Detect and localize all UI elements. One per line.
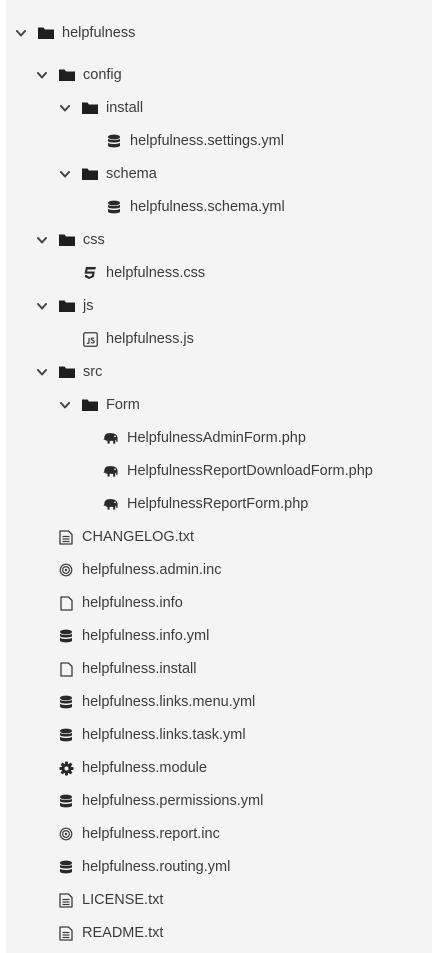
tree-item-label: helpfulness.links.task.yml xyxy=(82,727,246,743)
tree-item-css[interactable]: css xyxy=(6,225,439,255)
tree-item-report-inc[interactable]: helpfulness.report.inc xyxy=(6,819,439,849)
tree-item-label: Form xyxy=(106,397,140,413)
tree-item-config[interactable]: config xyxy=(6,60,439,90)
tree-item-permissions[interactable]: helpfulness.permissions.yml xyxy=(6,786,439,816)
folder-icon xyxy=(82,166,98,182)
file-tree-panel: helpfulness config install helpfulness.s… xyxy=(6,0,432,953)
tree-item-label: helpfulness.admin.inc xyxy=(82,562,222,578)
tree-item-label: LICENSE.txt xyxy=(82,892,164,908)
chevron-down-icon[interactable] xyxy=(58,398,72,412)
database-icon xyxy=(106,199,122,215)
css3-icon xyxy=(82,265,98,281)
tree-item-label: helpfulness.install xyxy=(82,661,197,677)
chevron-down-icon[interactable] xyxy=(35,299,49,313)
chevron-down-icon[interactable] xyxy=(35,365,49,379)
database-icon xyxy=(106,133,122,149)
chevron-down-icon[interactable] xyxy=(35,233,49,247)
folder-icon xyxy=(59,67,75,83)
tree-item-label: helpfulness.info xyxy=(82,595,183,611)
php-elephant-icon xyxy=(103,463,119,479)
chevron-down-icon[interactable] xyxy=(35,68,49,82)
blank-file-icon xyxy=(58,661,74,677)
tree-item-report-download-form[interactable]: HelpfulnessReportDownloadForm.php xyxy=(6,456,439,486)
blank-file-icon xyxy=(58,595,74,611)
tree-item-settings-yml[interactable]: helpfulness.settings.yml xyxy=(6,126,439,156)
tree-item-label: HelpfulnessReportForm.php xyxy=(127,496,309,512)
tree-item-links-task[interactable]: helpfulness.links.task.yml xyxy=(6,720,439,750)
tree-item-changelog[interactable]: CHANGELOG.txt xyxy=(6,522,439,552)
text-file-icon xyxy=(58,892,74,908)
tree-item-root[interactable]: helpfulness xyxy=(6,18,439,48)
folder-icon xyxy=(38,25,54,41)
tree-item-readme[interactable]: README.txt xyxy=(6,918,439,948)
tree-item-label: README.txt xyxy=(82,925,164,941)
tree-item-admin-inc[interactable]: helpfulness.admin.inc xyxy=(6,555,439,585)
database-icon xyxy=(58,628,74,644)
tree-item-label: helpfulness.report.inc xyxy=(82,826,220,842)
tree-item-info[interactable]: helpfulness.info xyxy=(6,588,439,618)
tree-item-label: helpfulness.settings.yml xyxy=(130,133,284,149)
chevron-down-icon[interactable] xyxy=(14,26,28,40)
tree-item-admin-form[interactable]: HelpfulnessAdminForm.php xyxy=(6,423,439,453)
tree-item-label: config xyxy=(83,67,122,83)
text-file-icon xyxy=(58,529,74,545)
tree-item-label: js xyxy=(83,298,94,314)
tree-item-label: src xyxy=(83,364,103,380)
tree-item-label: HelpfulnessAdminForm.php xyxy=(127,430,306,446)
tree-item-label: helpfulness.css xyxy=(106,265,206,281)
tree-item-install-file[interactable]: helpfulness.install xyxy=(6,654,439,684)
js-icon xyxy=(82,331,98,347)
tree-item-module[interactable]: helpfulness.module xyxy=(6,753,439,783)
tree-item-install[interactable]: install xyxy=(6,93,439,123)
tree-item-links-menu[interactable]: helpfulness.links.menu.yml xyxy=(6,687,439,717)
gear-icon xyxy=(58,760,74,776)
tree-item-label: helpfulness.module xyxy=(82,760,207,776)
tree-item-info-yml[interactable]: helpfulness.info.yml xyxy=(6,621,439,651)
database-icon xyxy=(58,727,74,743)
folder-icon xyxy=(82,100,98,116)
folder-icon xyxy=(59,364,75,380)
tree-item-label: helpfulness.schema.yml xyxy=(130,199,285,215)
tree-item-label: CHANGELOG.txt xyxy=(82,529,194,545)
tree-item-src[interactable]: src xyxy=(6,357,439,387)
tree-item-label: helpfulness.info.yml xyxy=(82,628,210,644)
tree-item-label: helpfulness.js xyxy=(106,331,194,347)
tree-item-js-file[interactable]: helpfulness.js xyxy=(6,324,439,354)
chevron-down-icon[interactable] xyxy=(58,101,72,115)
tree-item-label: helpfulness.permissions.yml xyxy=(82,793,264,809)
tree-item-schema-yml[interactable]: helpfulness.schema.yml xyxy=(6,192,439,222)
tree-item-schema[interactable]: schema xyxy=(6,159,439,189)
tree-item-label: css xyxy=(83,232,105,248)
folder-icon xyxy=(59,298,75,314)
php-elephant-icon xyxy=(103,496,119,512)
tree-item-routing[interactable]: helpfulness.routing.yml xyxy=(6,852,439,882)
tree-item-form[interactable]: Form xyxy=(6,390,439,420)
chevron-down-icon[interactable] xyxy=(58,167,72,181)
database-icon xyxy=(58,793,74,809)
at-sign-icon xyxy=(58,826,74,842)
php-elephant-icon xyxy=(103,430,119,446)
database-icon xyxy=(58,859,74,875)
at-sign-icon xyxy=(58,562,74,578)
tree-item-label: schema xyxy=(106,166,157,182)
tree-item-css-file[interactable]: helpfulness.css xyxy=(6,258,439,288)
tree-item-label: HelpfulnessReportDownloadForm.php xyxy=(127,463,373,479)
tree-item-label: helpfulness.routing.yml xyxy=(82,859,231,875)
tree-item-license[interactable]: LICENSE.txt xyxy=(6,885,439,915)
tree-item-js[interactable]: js xyxy=(6,291,439,321)
tree-item-label: helpfulness.links.menu.yml xyxy=(82,694,256,710)
folder-icon xyxy=(59,232,75,248)
tree-item-report-form[interactable]: HelpfulnessReportForm.php xyxy=(6,489,439,519)
database-icon xyxy=(58,694,74,710)
tree-item-label: helpfulness xyxy=(62,25,136,41)
tree-item-label: install xyxy=(106,100,144,116)
folder-icon xyxy=(82,397,98,413)
text-file-icon xyxy=(58,925,74,941)
